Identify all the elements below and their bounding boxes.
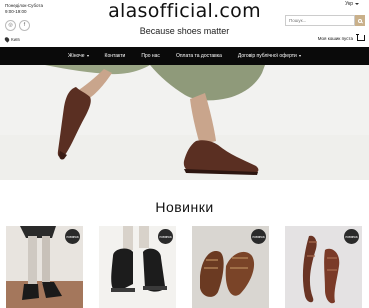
chevron-down-icon xyxy=(86,55,89,57)
location-label: Київ xyxy=(11,37,20,42)
new-badge: новинка xyxy=(158,229,173,244)
product-card[interactable]: новинка xyxy=(99,226,176,308)
search-bar xyxy=(285,15,365,26)
language-label: Укр xyxy=(345,1,353,7)
new-badge: новинка xyxy=(251,229,266,244)
site-header: Понеділок-Субота 9:00-19:00 ◎ f Київ ala… xyxy=(0,0,369,46)
nav-item-about[interactable]: Про нас xyxy=(133,53,168,59)
main-nav: Жіноче Контакти Про нас Оплата та достав… xyxy=(0,47,369,65)
nav-item-women[interactable]: Жіноче xyxy=(60,53,97,59)
site-tagline: Because shoes matter xyxy=(139,26,230,36)
search-button[interactable] xyxy=(355,15,365,26)
nav-item-label: Контакти xyxy=(104,53,126,59)
nav-item-contacts[interactable]: Контакти xyxy=(97,53,134,59)
new-badge: новинка xyxy=(65,229,80,244)
nav-item-label: Про нас xyxy=(141,53,160,59)
product-card[interactable]: новинка xyxy=(192,226,269,308)
search-input[interactable] xyxy=(285,15,355,26)
section-title: Новинки xyxy=(155,199,214,215)
nav-item-label: Жіноче xyxy=(68,53,85,59)
nav-item-label: Договір публічної оферти xyxy=(237,53,297,59)
nav-item-public-offer[interactable]: Договір публічної оферти xyxy=(230,53,309,59)
hero-image xyxy=(45,65,265,175)
language-selector[interactable]: Укр xyxy=(345,1,359,7)
cart-icon xyxy=(356,34,365,41)
nav-item-label: Оплата та доставка xyxy=(175,53,222,59)
cart-label: Моя кошик пуста xyxy=(317,35,353,41)
product-card[interactable]: новинка xyxy=(285,226,362,308)
location-pin-icon xyxy=(3,36,11,43)
nav-item-payment-delivery[interactable]: Оплата та доставка xyxy=(168,53,230,59)
chevron-down-icon xyxy=(298,55,301,57)
cart[interactable]: Моя кошик пуста xyxy=(317,34,365,41)
location: Київ xyxy=(3,36,20,43)
chevron-down-icon xyxy=(355,3,359,5)
product-card[interactable]: новинка xyxy=(6,226,83,308)
hero-banner xyxy=(0,65,369,180)
new-badge: новинка xyxy=(344,229,359,244)
product-grid: новинка новинка новинка новинка xyxy=(6,226,362,308)
search-icon xyxy=(358,18,362,23)
